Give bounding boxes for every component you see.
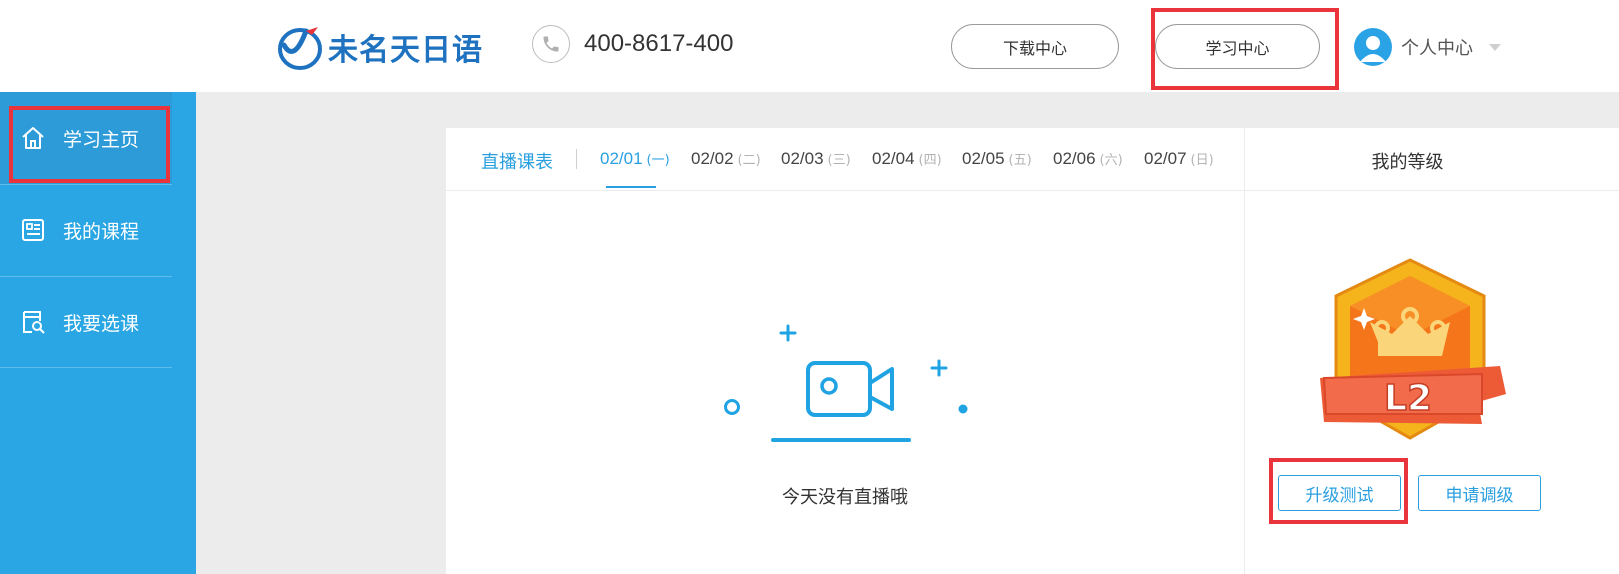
- sidebar-item-study-home[interactable]: 学习主页: [0, 92, 172, 184]
- tab-day-1[interactable]: 02/01 (一): [600, 149, 670, 169]
- divider: [1244, 128, 1245, 574]
- level-badge-icon: L2: [1320, 258, 1506, 440]
- tab-day-4[interactable]: 02/04 (四): [872, 149, 942, 169]
- study-center-button[interactable]: 学习中心: [1155, 24, 1320, 69]
- course-list-icon: [22, 219, 44, 241]
- course-search-icon: [23, 311, 45, 334]
- divider: [0, 367, 172, 368]
- divider: [576, 149, 577, 169]
- phone-icon: [532, 25, 570, 63]
- video-camera-icon: [724, 324, 968, 442]
- level-header: 我的等级: [1245, 128, 1619, 191]
- tab-date: 02/07: [1144, 149, 1187, 168]
- logo-text: 未名天日语: [328, 33, 483, 68]
- tab-weekday: (日): [1190, 153, 1214, 168]
- home-icon: [22, 127, 44, 149]
- tab-day-2[interactable]: 02/02 (二): [691, 149, 761, 169]
- download-center-button[interactable]: 下载中心: [951, 24, 1119, 69]
- sidebar: 学习主页 我的课程 我要选课: [0, 92, 196, 574]
- schedule-tab-bar: 直播课表 02/01 (一) 02/02 (二) 02/03 (三) 02/04 (四)…: [446, 128, 1244, 191]
- tab-date: 02/06: [1053, 149, 1096, 168]
- upgrade-test-button[interactable]: 升级测试: [1278, 475, 1401, 511]
- brand-logo[interactable]: 未名天日语: [276, 22, 483, 72]
- tab-weekday: (六): [1099, 153, 1123, 168]
- chevron-down-icon[interactable]: [1489, 43, 1501, 51]
- avatar: [1354, 28, 1392, 66]
- tab-day-7[interactable]: 02/07 (日): [1144, 149, 1214, 169]
- tab-weekday: (二): [737, 153, 761, 168]
- user-avatar-icon: [1360, 36, 1386, 62]
- tab-date: 02/05: [962, 149, 1005, 168]
- apply-level-adjust-button[interactable]: 申请调级: [1418, 475, 1541, 511]
- hotline: 400-8617-400: [532, 25, 733, 63]
- sidebar-item-label: 我的课程: [63, 220, 140, 243]
- logo-mark-icon: [278, 27, 322, 70]
- tab-day-3[interactable]: 02/03 (三): [781, 149, 851, 169]
- main-panel: 直播课表 02/01 (一) 02/02 (二) 02/03 (三) 02/04 (四)…: [446, 128, 1619, 574]
- tab-date: 02/01: [600, 149, 643, 168]
- tab-date: 02/02: [691, 149, 734, 168]
- sidebar-item-choose-course[interactable]: 我要选课: [0, 276, 172, 368]
- no-live-message: 今天没有直播哦: [782, 487, 908, 508]
- active-tab-indicator: [606, 186, 656, 188]
- badge-level-text: L2: [1384, 378, 1432, 419]
- user-center-label: 个人中心: [1401, 38, 1473, 59]
- phone-number: 400-8617-400: [584, 30, 734, 57]
- tab-weekday: (一): [646, 153, 670, 168]
- sidebar-item-label: 学习主页: [63, 128, 140, 151]
- tab-date: 02/03: [781, 149, 824, 168]
- sidebar-item-label: 我要选课: [63, 312, 140, 335]
- tab-date: 02/04: [872, 149, 915, 168]
- tab-weekday: (四): [918, 153, 942, 168]
- tab-day-5[interactable]: 02/05 (五): [962, 149, 1032, 169]
- sidebar-item-my-courses[interactable]: 我的课程: [0, 184, 172, 276]
- tab-weekday: (三): [827, 153, 851, 168]
- live-schedule-title[interactable]: 直播课表: [481, 148, 553, 174]
- tab-day-6[interactable]: 02/06 (六): [1053, 149, 1123, 169]
- top-header: 未名天日语 400-8617-400 下载中心 学习中心 个人中心: [0, 0, 1619, 92]
- tab-weekday: (五): [1008, 153, 1032, 168]
- user-menu[interactable]: 个人中心: [1354, 28, 1501, 66]
- level-title: 我的等级: [1371, 152, 1444, 173]
